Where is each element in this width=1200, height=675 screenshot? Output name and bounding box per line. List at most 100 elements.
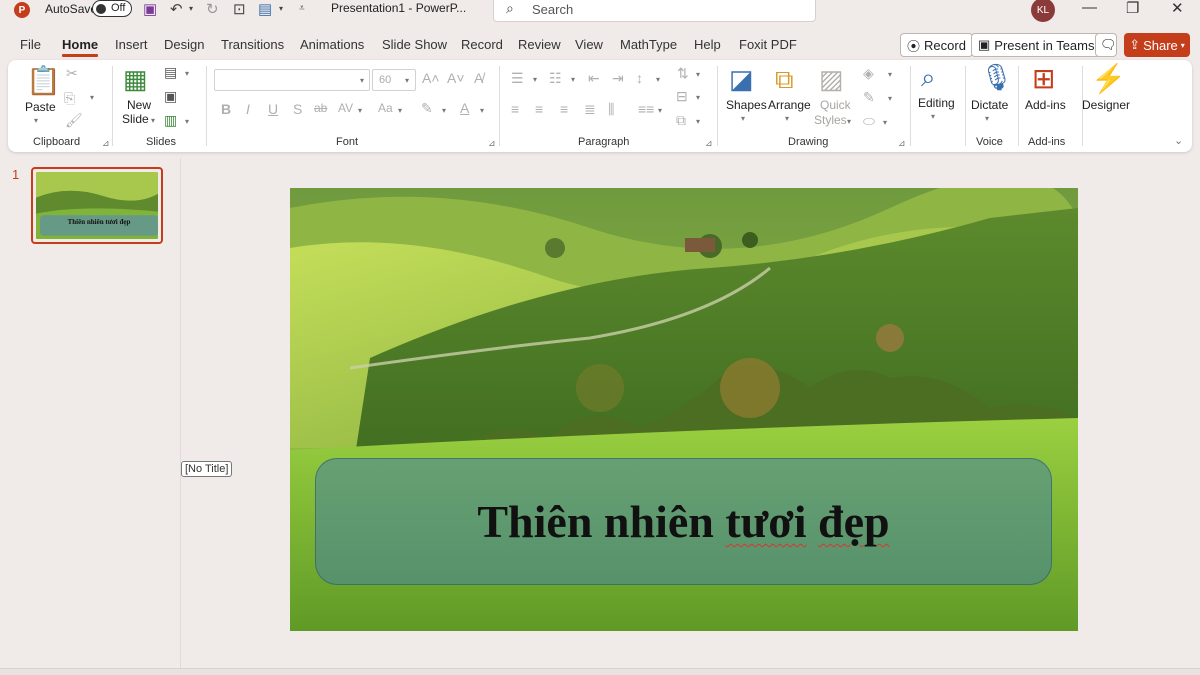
section-dropdown-icon[interactable]: ▾ [185,117,189,126]
dictate-label[interactable]: Dictate [971,98,1008,113]
layout-dropdown-icon[interactable]: ▾ [279,4,283,13]
tab-view[interactable]: View [575,37,603,52]
restore-icon[interactable]: ❐ [1126,0,1139,17]
font-color-icon[interactable]: A [460,100,469,116]
decrease-indent-icon[interactable]: ⇤ [588,70,600,87]
title-placeholder[interactable]: Thiên nhiên tươi đẹp [315,458,1052,585]
new-slide-dropdown-icon[interactable]: ▾ [151,116,155,125]
change-case-icon[interactable]: Aa [378,101,393,115]
font-color-dropdown-icon[interactable]: ▾ [480,106,484,115]
tab-mathtype[interactable]: MathType [620,37,677,52]
editing-dropdown-icon[interactable]: ▾ [931,112,935,121]
bullets-icon[interactable]: ☰ [511,70,524,87]
shape-fill-icon[interactable]: ◈ [863,65,874,82]
quick-styles-label[interactable]: Quick [820,98,851,113]
layout-dropdown-icon[interactable]: ▾ [185,69,189,78]
shape-effects-dropdown-icon[interactable]: ▾ [883,118,887,127]
undo-dropdown-icon[interactable]: ▾ [189,4,193,13]
slide-thumbnail[interactable]: Thiên nhiên tươi đẹp [31,167,163,244]
tab-home[interactable]: Home [62,37,98,52]
designer-icon[interactable]: ⚡ [1091,62,1126,95]
highlight-dropdown-icon[interactable]: ▾ [442,106,446,115]
tab-record[interactable]: Record [461,37,503,52]
underline-icon[interactable]: U [268,101,278,117]
copy-icon[interactable]: ⎘ [64,90,75,107]
arrange-icon[interactable]: ⧉ [775,64,794,96]
new-slide-label-2[interactable]: Slide [122,112,149,127]
shape-fill-dropdown-icon[interactable]: ▾ [888,70,892,79]
bold-icon[interactable]: B [221,101,231,117]
decrease-font-icon[interactable]: A˅ [447,70,465,86]
tab-file[interactable]: File [20,37,41,52]
section-icon[interactable]: ▥ [164,112,177,129]
font-size-field[interactable]: 60 [372,69,416,91]
slide-canvas[interactable]: Thiên nhiên tươi đẹp [290,188,1078,631]
tab-insert[interactable]: Insert [115,37,148,52]
collapse-ribbon-icon[interactable]: ⌄ [1174,134,1183,147]
strikethrough-icon[interactable]: ab [314,101,327,115]
tab-design[interactable]: Design [164,37,204,52]
format-painter-icon[interactable]: 🖌 [65,112,83,129]
paste-dropdown-icon[interactable]: ▾ [34,116,38,125]
start-from-beginning-icon[interactable]: ⊡ [233,0,246,18]
highlight-icon[interactable]: ✎ [421,100,433,117]
shadow-icon[interactable]: S [293,101,302,117]
tab-foxit-pdf[interactable]: Foxit PDF [739,37,797,52]
quick-styles-label-2[interactable]: Styles [814,113,847,128]
new-slide-label[interactable]: New [127,98,151,113]
save-icon[interactable]: ▣ [143,0,157,18]
shape-outline-dropdown-icon[interactable]: ▾ [888,94,892,103]
numbering-dropdown-icon[interactable]: ▾ [571,75,575,84]
shapes-label[interactable]: Shapes [726,98,767,113]
add-ins-label[interactable]: Add-ins [1025,98,1066,113]
record-button[interactable]: ⦿ Record [900,33,973,57]
font-size-dropdown-icon[interactable]: ▾ [405,76,409,85]
comments-button[interactable]: 🗨 [1095,33,1117,57]
shape-outline-icon[interactable]: ✎ [863,89,875,106]
paragraph-launcher-icon[interactable]: ⊿ [705,138,713,149]
close-icon[interactable]: ✕ [1171,0,1184,17]
columns-icon[interactable]: ⫼ [608,101,614,118]
align-center-icon[interactable]: ≡ [535,101,543,117]
cut-icon[interactable]: ✂ [66,65,78,82]
search-input[interactable]: Search [532,2,573,17]
tab-help[interactable]: Help [694,37,721,52]
bullets-dropdown-icon[interactable]: ▾ [533,75,537,84]
paragraph-dropdown-icon[interactable]: ▾ [658,106,662,115]
clear-formatting-icon[interactable]: A̸ [474,70,483,86]
increase-font-icon[interactable]: A˄ [422,70,440,86]
align-text-icon[interactable]: ⊟ [676,88,688,105]
italic-icon[interactable]: I [246,101,250,117]
align-text-dropdown-icon[interactable]: ▾ [696,93,700,102]
character-spacing-icon[interactable]: AV [338,101,353,115]
undo-icon[interactable]: ↶ [170,0,183,18]
align-left-icon[interactable]: ≡ [511,101,519,117]
line-spacing-dropdown-icon[interactable]: ▾ [656,75,660,84]
paste-label[interactable]: Paste [25,100,56,115]
slide-layout-icon[interactable]: ▤ [258,0,272,18]
redo-icon[interactable]: ↻ [206,0,219,18]
slide-title[interactable]: Thiên nhiên tươi đẹp [477,495,889,548]
paste-icon[interactable]: 📋 [26,64,61,97]
shapes-dropdown-icon[interactable]: ▾ [741,114,745,123]
microphone-icon[interactable]: 🎙 [980,62,1013,93]
text-direction-icon[interactable]: ⇅ [677,65,689,82]
dictate-dropdown-icon[interactable]: ▾ [985,114,989,123]
arrange-dropdown-icon[interactable]: ▾ [785,114,789,123]
new-slide-icon[interactable]: ▦ [123,64,148,95]
font-name-field[interactable] [214,69,370,91]
tab-slide-show[interactable]: Slide Show [382,37,447,52]
font-name-dropdown-icon[interactable]: ▾ [360,76,364,85]
share-button[interactable]: ⇪ Share ▾ [1124,33,1190,57]
layout-icon[interactable]: ▤ [164,64,177,81]
tab-review[interactable]: Review [518,37,561,52]
avatar[interactable]: KL [1031,0,1055,22]
clipboard-launcher-icon[interactable]: ⊿ [102,138,110,149]
smartart-icon[interactable]: ⧉ [676,112,686,129]
present-in-teams-button[interactable]: ▣ Present in Teams [971,33,1102,57]
drawing-launcher-icon[interactable]: ⊿ [898,138,906,149]
quick-styles-dropdown-icon[interactable]: ▾ [847,117,851,126]
search-box[interactable]: ⌕ Search [493,0,816,22]
quick-styles-icon[interactable]: ▨ [819,64,844,95]
designer-label[interactable]: Designer [1082,98,1130,113]
